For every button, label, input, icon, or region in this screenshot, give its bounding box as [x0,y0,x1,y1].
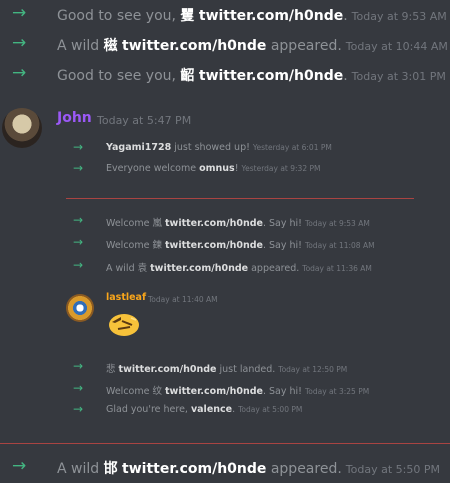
join-arrow-icon: → [73,235,84,249]
sleep-face-emoji-icon [108,311,140,337]
username-john[interactable]: John [57,110,92,126]
username-link[interactable]: twitter.com/h0nde [199,8,343,24]
system-message: → Good to see you, 齠 twitter.com/h0nde. T… [0,60,450,90]
join-arrow-icon: → [12,456,27,476]
join-arrow-icon: → [73,381,84,395]
join-arrow-icon: → [73,359,84,373]
system-message: → Welcome 嵐 twitter.com/h0nde. Say hi! To… [0,211,450,233]
timestamp: Today at 5:47 PM [97,114,192,127]
system-message: → A wild 稵 twitter.com/h0nde appeared. To… [0,30,450,60]
system-message-text: A wild 稵 twitter.com/h0nde appeared. Toda… [57,38,448,54]
username-link[interactable]: twitter.com/h0nde [119,364,217,375]
join-arrow-icon: → [12,3,27,23]
system-message-text: A wild 袁 twitter.com/h0nde appeared. Toda… [106,263,372,274]
timestamp: Today at 5:00 PM [238,405,303,414]
username-link[interactable]: twitter.com/h0nde [165,218,263,229]
join-arrow-icon: → [12,63,27,83]
new-messages-divider [66,198,414,199]
username-link[interactable]: twitter.com/h0nde [165,240,263,251]
timestamp: Today at 12:50 PM [278,365,348,374]
timestamp: Today at 11:36 AM [302,264,372,273]
system-message-text: 悲 twitter.com/h0nde just landed. Today at… [106,364,348,375]
system-message: → Yagami1728 just showed up! Yesterday at… [0,138,450,160]
avatar-lastleaf[interactable] [66,294,94,322]
system-message-text: Welcome 嵐 twitter.com/h0nde. Say hi! Toda… [106,218,370,229]
username-link[interactable]: twitter.com/h0nde [165,386,263,397]
system-message: → Everyone welcome omnus! Yesterday at 9:… [0,159,450,181]
system-message: → A wild 邯 twitter.com/h0nde appeared. To… [0,453,450,483]
join-arrow-icon: → [73,402,84,416]
system-message-text: Welcome 鍊 twitter.com/h0nde. Say hi! Toda… [106,240,375,251]
system-message: → 悲 twitter.com/h0nde just landed. Today … [0,357,450,379]
system-message-text: Welcome 纹 twitter.com/h0nde. Say hi! Toda… [106,386,370,397]
system-message-text: Glad you're here, valence. Today at 5:00 … [106,404,303,415]
timestamp: Yesterday at 6:01 PM [252,143,332,152]
timestamp: Today at 9:53 AM [351,10,447,23]
system-message: → Welcome 纹 twitter.com/h0nde. Say hi! To… [0,379,450,401]
timestamp: Yesterday at 9:32 PM [241,164,321,173]
username-link[interactable]: valence [191,404,232,415]
join-arrow-icon: → [73,213,84,227]
timestamp: Today at 3:01 PM [351,70,446,83]
system-message-text: Everyone welcome omnus! Yesterday at 9:32… [106,163,321,174]
system-message-text: Yagami1728 just showed up! Yesterday at 6… [106,142,332,153]
username-link[interactable]: Yagami1728 [106,142,171,153]
username-link[interactable]: twitter.com/h0nde [122,461,266,477]
join-arrow-icon: → [73,161,84,175]
system-message: → A wild 袁 twitter.com/h0nde appeared. To… [0,256,450,278]
timestamp: Today at 11:40 AM [148,295,218,304]
system-message-text: Good to see you, 齠 twitter.com/h0nde. Tod… [57,68,446,84]
timestamp: Today at 3:25 PM [304,387,370,396]
system-message: → Welcome 鍊 twitter.com/h0nde. Say hi! To… [0,233,450,255]
timestamp: Today at 11:08 AM [304,241,375,250]
timestamp: Today at 5:50 PM [345,463,440,476]
username-link[interactable]: twitter.com/h0nde [199,68,343,84]
username-link[interactable]: twitter.com/h0nde [122,38,266,54]
join-arrow-icon: → [12,33,27,53]
username-link[interactable]: omnus [199,163,235,174]
username-link[interactable]: twitter.com/h0nde [150,263,248,274]
new-messages-divider [0,443,450,444]
join-arrow-icon: → [73,140,84,154]
username-lastleaf[interactable]: lastleaf [106,292,146,303]
timestamp: Today at 10:44 AM [345,40,448,53]
system-message: → Glad you're here, valence. Today at 5:0… [0,400,450,422]
system-message: → Good to see you, 矍 twitter.com/h0nde. T… [0,0,450,30]
system-message-text: A wild 邯 twitter.com/h0nde appeared. Toda… [57,461,440,477]
join-arrow-icon: → [73,258,84,272]
system-message-text: Good to see you, 矍 twitter.com/h0nde. Tod… [57,8,447,24]
timestamp: Today at 9:53 AM [304,219,370,228]
